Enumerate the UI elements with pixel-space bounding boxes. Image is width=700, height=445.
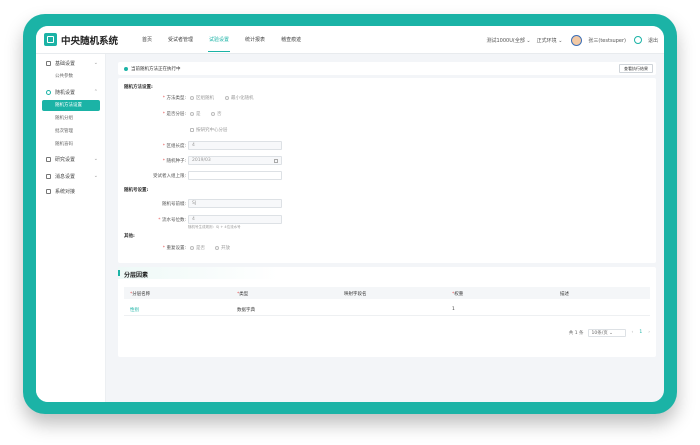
page-size-select[interactable]: 10条/页 ⌄ (587, 328, 626, 337)
sidebar-group-label: 系统对接 (55, 189, 76, 195)
stratification-table-card: 分层因素 *分层名称 *类型 映射字段名 *权重 描述 性别 数据字典 1 共 … (118, 267, 656, 357)
method-label: * 方法类型: (162, 96, 186, 101)
method-radio-minimization[interactable]: 最小化随机 (225, 95, 254, 101)
logout-link[interactable]: 退出 (648, 37, 658, 44)
stratify-radio-yes[interactable]: 是 (190, 111, 201, 117)
chevron-down-icon: ⌄ (93, 173, 98, 179)
pager-next[interactable]: › (648, 330, 650, 335)
device-frame: 中央随机系统 首页 受试者管理 试验设置 统计报表 稽查痕迹 测试1000U(全… (23, 14, 677, 414)
sidebar-group-label: 消息设置 (55, 174, 76, 180)
bell-icon (46, 174, 51, 179)
seed-label: * 随机种子: (162, 159, 186, 164)
method-form: 随机方法设置: * 方法类型: 区组随机 最小化随机 * 是否分层: 是 否 按… (118, 78, 656, 263)
power-icon[interactable] (633, 36, 642, 44)
sidebar-group-label: 研究设置 (55, 157, 76, 163)
calendar-icon (274, 159, 278, 163)
pager-total: 共 1 条 (568, 330, 584, 336)
sidebar-group-base[interactable]: 基础设置 ⌄ (36, 58, 106, 69)
center-stratify-checkbox[interactable]: 按研究中心分层 (190, 127, 228, 133)
sidebar-item-batch[interactable]: 批次管理 (36, 126, 106, 137)
sidebar-item-blind-code[interactable]: 随机盲码 (36, 139, 106, 150)
nav-subjects[interactable]: 受试者管理 (160, 26, 201, 54)
main-nav: 首页 受试者管理 试验设置 统计报表 稽查痕迹 (134, 26, 309, 54)
prefix-input[interactable]: SJ (188, 199, 282, 208)
chart-icon (46, 157, 51, 162)
chevron-down-icon: ⌄ (93, 60, 98, 66)
digits-hint: 随机号生成规则：SJ + 4位流水号 (188, 225, 241, 229)
stratify-radio-no[interactable]: 否 (211, 111, 222, 117)
user-name[interactable]: 张三(testsuper) (588, 37, 626, 44)
env-select[interactable]: 正式环境 ⌄ (537, 37, 563, 44)
row-weight: 1 (452, 307, 455, 312)
chevron-down-icon: ⌄ (93, 156, 98, 162)
status-text: 当前随机方法正在执行中 (131, 66, 181, 72)
digits-input[interactable]: 4 (188, 215, 282, 224)
nav-trial-settings[interactable]: 试验设置 (201, 26, 237, 54)
blind-label: * 重复设置: (162, 246, 186, 251)
table-title-mark (118, 270, 120, 276)
max-subjects-input[interactable] (188, 171, 282, 180)
other-section-title: 其他: (124, 234, 135, 239)
table-header: *分层名称 *类型 映射字段名 *权重 描述 (124, 287, 650, 299)
logo-icon (44, 33, 57, 46)
prefix-label: 随机号前缀: (161, 202, 186, 207)
col-weight: *权重 (452, 291, 464, 297)
sidebar-group-random[interactable]: 随机设置 ⌃ (36, 87, 106, 98)
col-name: *分层名称 (130, 291, 151, 297)
sidebar-group-label: 基础设置 (55, 61, 76, 67)
pager-prev[interactable]: ‹ (632, 330, 634, 335)
nav-reports[interactable]: 统计报表 (237, 26, 273, 54)
seed-input[interactable]: 2019/03 (188, 156, 282, 165)
nav-home[interactable]: 首页 (134, 26, 160, 54)
blind-radio-1[interactable]: 是否 (190, 245, 205, 251)
method-radio-block[interactable]: 区组随机 (190, 95, 214, 101)
blind-radio-2[interactable]: 开放 (215, 245, 230, 251)
col-desc: 描述 (560, 291, 569, 297)
max-subjects-label: 受试者入组上限: (152, 174, 186, 179)
block-length-input[interactable]: 4 (188, 141, 282, 150)
pager-current[interactable]: 1 (639, 330, 642, 335)
header-right: 测试1000U(全部 ⌄ 正式环境 ⌄ 张三(testsuper) 退出 (480, 26, 658, 54)
col-field: 映射字段名 (344, 291, 367, 297)
method-section-title: 随机方法设置: (124, 85, 153, 90)
dice-icon (46, 90, 51, 95)
link-icon (46, 189, 51, 194)
status-dot-icon (124, 66, 128, 71)
sidebar-item-random-method[interactable]: 随机方法设置 (42, 100, 100, 111)
nav-audit[interactable]: 稽查痕迹 (273, 26, 309, 54)
sidebar-group-message[interactable]: 消息设置 ⌄ (36, 171, 106, 182)
sidebar: 基础设置 ⌄ 公共参数 随机设置 ⌃ 随机方法设置 随机分组 批次管理 随机盲码… (36, 54, 106, 402)
avatar[interactable] (571, 34, 583, 46)
app-screen: 中央随机系统 首页 受试者管理 试验设置 统计报表 稽查痕迹 测试1000U(全… (36, 26, 664, 402)
sidebar-group-integration[interactable]: 系统对接 (36, 186, 106, 197)
pagination: 共 1 条 10条/页 ⌄ ‹ 1 › (569, 328, 650, 337)
project-select[interactable]: 测试1000U(全部 ⌄ (486, 37, 530, 44)
sidebar-group-research[interactable]: 研究设置 ⌄ (36, 154, 106, 165)
top-header: 中央随机系统 首页 受试者管理 试验设置 统计报表 稽查痕迹 测试1000U(全… (36, 26, 664, 54)
table-title: 分层因素 (124, 272, 149, 279)
sidebar-group-label: 随机设置 (55, 90, 76, 96)
grid-icon (46, 61, 51, 66)
row-name-link[interactable]: 性别 (130, 307, 139, 313)
row-type: 数据字典 (237, 308, 255, 313)
number-section-title: 随机号设置: (124, 188, 149, 193)
table-row: 性别 数据字典 1 (124, 303, 650, 316)
digits-label: * 流水号位数: (158, 218, 186, 223)
stratify-label: * 是否分层: (162, 112, 186, 117)
block-length-label: * 区组长度: (162, 144, 186, 149)
status-bar: 当前随机方法正在执行中 查看执行结果 (118, 62, 656, 75)
brand-name: 中央随机系统 (61, 36, 119, 47)
view-result-button[interactable]: 查看执行结果 (619, 64, 653, 73)
chevron-up-icon: ⌃ (93, 89, 98, 95)
col-type: *类型 (237, 291, 249, 297)
sidebar-item-public-params[interactable]: 公共参数 (36, 71, 106, 82)
sidebar-item-random-group[interactable]: 随机分组 (36, 113, 106, 124)
